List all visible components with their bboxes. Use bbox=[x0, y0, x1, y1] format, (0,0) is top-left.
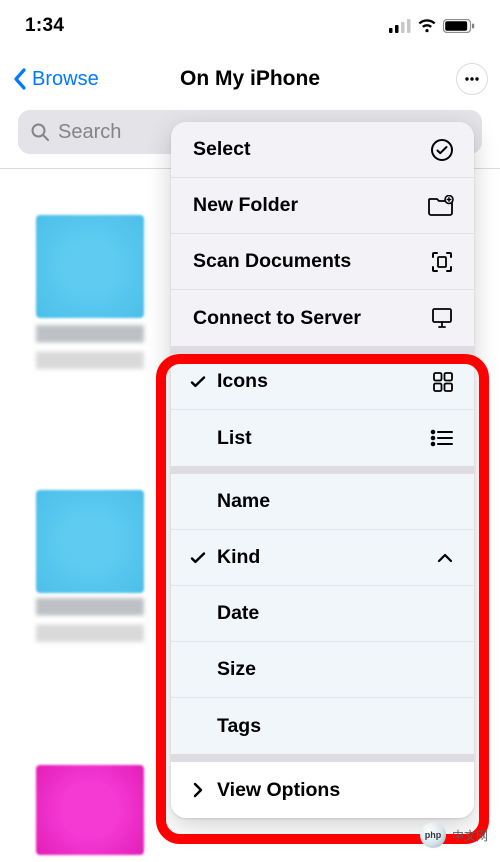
menu-item-sort-size[interactable]: Size bbox=[171, 642, 474, 698]
ellipsis-circle-icon bbox=[462, 69, 482, 89]
server-icon bbox=[430, 306, 454, 330]
search-icon bbox=[30, 122, 50, 142]
menu-item-scan-documents[interactable]: Scan Documents bbox=[171, 234, 474, 290]
menu-item-view-icons[interactable]: Icons bbox=[171, 354, 474, 410]
menu-item-label: Kind bbox=[217, 546, 260, 569]
menu-item-label: Name bbox=[217, 490, 270, 513]
menu-separator bbox=[171, 754, 474, 762]
checkmark-icon bbox=[185, 549, 211, 567]
menu-separator bbox=[171, 466, 474, 474]
menu-item-label: Tags bbox=[217, 715, 261, 738]
menu-item-label: Size bbox=[217, 658, 256, 681]
watermark: php 中文网 bbox=[420, 822, 488, 848]
menu-item-sort-tags[interactable]: Tags bbox=[171, 698, 474, 754]
menu-separator bbox=[171, 346, 474, 354]
folder-plus-icon bbox=[428, 195, 454, 217]
context-menu: Select New Folder Scan Documents Connect… bbox=[171, 122, 474, 818]
menu-item-label: Icons bbox=[217, 370, 268, 393]
chevron-up-icon bbox=[436, 552, 454, 564]
file-thumbnail[interactable] bbox=[36, 765, 144, 855]
status-bar: 1:34 bbox=[0, 0, 500, 52]
menu-item-sort-name[interactable]: Name bbox=[171, 474, 474, 530]
battery-icon bbox=[443, 19, 475, 33]
file-label bbox=[36, 598, 144, 642]
checkmark-icon bbox=[185, 373, 211, 391]
file-thumbnail[interactable] bbox=[36, 490, 144, 593]
menu-item-label: Scan Documents bbox=[193, 250, 351, 273]
menu-item-label: New Folder bbox=[193, 194, 298, 217]
menu-item-connect-server[interactable]: Connect to Server bbox=[171, 290, 474, 346]
watermark-text: 中文网 bbox=[452, 827, 488, 844]
menu-item-label: Date bbox=[217, 602, 259, 625]
chevron-left-icon bbox=[12, 67, 28, 91]
scan-icon bbox=[430, 250, 454, 274]
wifi-icon bbox=[417, 19, 437, 33]
more-button[interactable] bbox=[456, 63, 488, 95]
status-time: 1:34 bbox=[25, 15, 64, 37]
search-placeholder: Search bbox=[58, 121, 121, 144]
menu-item-sort-kind[interactable]: Kind bbox=[171, 530, 474, 586]
menu-item-label: List bbox=[217, 427, 252, 450]
menu-item-label: View Options bbox=[217, 779, 340, 802]
navigation-bar: Browse On My iPhone bbox=[0, 52, 500, 106]
chevron-right-icon bbox=[185, 781, 211, 799]
list-icon bbox=[430, 429, 454, 447]
menu-item-view-list[interactable]: List bbox=[171, 410, 474, 466]
status-icons bbox=[389, 19, 475, 33]
menu-item-view-options[interactable]: View Options bbox=[171, 762, 474, 818]
menu-item-sort-date[interactable]: Date bbox=[171, 586, 474, 642]
file-thumbnail[interactable] bbox=[36, 215, 144, 318]
file-label bbox=[36, 325, 144, 369]
cellular-icon bbox=[389, 19, 411, 33]
grid-icon bbox=[432, 371, 454, 393]
back-button[interactable]: Browse bbox=[12, 67, 99, 91]
watermark-logo: php bbox=[420, 822, 446, 848]
menu-item-select[interactable]: Select bbox=[171, 122, 474, 178]
checkmark-circle-icon bbox=[430, 138, 454, 162]
page-title: On My iPhone bbox=[180, 67, 320, 91]
menu-item-label: Connect to Server bbox=[193, 307, 361, 330]
menu-item-label: Select bbox=[193, 138, 250, 161]
menu-item-new-folder[interactable]: New Folder bbox=[171, 178, 474, 234]
back-label: Browse bbox=[32, 68, 99, 91]
